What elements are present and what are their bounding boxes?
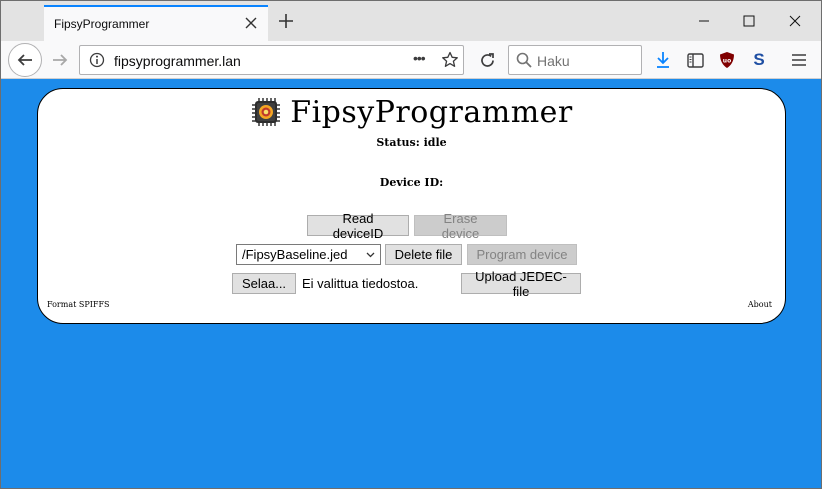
back-arrow-icon[interactable] (8, 43, 42, 77)
sidebar-icon[interactable] (680, 45, 710, 75)
search-bar[interactable] (508, 45, 642, 75)
info-icon[interactable] (89, 52, 105, 73)
page-content: FipsyProgrammer Status: idle Device ID: … (1, 80, 821, 488)
page-title: FipsyProgrammer (290, 94, 573, 130)
search-input[interactable] (537, 51, 637, 71)
page-header: FipsyProgrammer (38, 93, 785, 131)
file-select-value: /FipsyBaseline.jed (242, 247, 348, 262)
nav-toolbar: fipsyprogrammer.lan ••• uo S (1, 41, 821, 79)
upload-jedec-button[interactable]: Upload JEDEC-file (461, 269, 581, 299)
page-actions-icon[interactable]: ••• (413, 50, 426, 66)
reload-icon[interactable] (472, 45, 502, 75)
chevron-down-icon (366, 252, 375, 258)
browse-button[interactable]: Selaa... (232, 273, 296, 294)
svg-text:uo: uo (723, 58, 731, 65)
browser-window: FipsyProgrammer fipsyprogrammer.lan ••• … (0, 0, 822, 489)
star-icon[interactable] (441, 51, 459, 74)
url-bar[interactable]: fipsyprogrammer.lan ••• (79, 45, 464, 75)
device-id-text: Device ID: (379, 176, 444, 189)
s-extension-icon[interactable]: S (744, 45, 774, 75)
menu-icon[interactable] (784, 45, 814, 75)
tab-bar: FipsyProgrammer (1, 1, 821, 41)
delete-file-button[interactable]: Delete file (385, 244, 462, 265)
chip-logo-icon (252, 98, 281, 126)
read-device-id-button[interactable]: Read deviceID (307, 211, 409, 241)
window-close-icon[interactable] (772, 7, 818, 35)
url-text: fipsyprogrammer.lan (114, 53, 241, 69)
plus-icon[interactable] (273, 8, 299, 34)
format-spiffs-link[interactable]: Format SPIFFS (47, 300, 109, 309)
ublock-icon[interactable]: uo (712, 45, 742, 75)
tab-fipsyprogrammer[interactable]: FipsyProgrammer (44, 5, 268, 41)
erase-device-button[interactable]: Erase device (414, 211, 507, 241)
maximize-icon[interactable] (726, 7, 772, 35)
close-icon[interactable] (242, 14, 260, 32)
minimize-icon[interactable] (681, 7, 727, 35)
search-icon (516, 52, 532, 73)
forward-arrow-icon[interactable] (45, 45, 75, 75)
about-link[interactable]: About (748, 300, 772, 309)
program-device-button[interactable]: Program device (467, 244, 577, 265)
programmer-card: FipsyProgrammer Status: idle Device ID: … (37, 88, 786, 324)
file-select[interactable]: /FipsyBaseline.jed (236, 244, 381, 265)
download-icon[interactable] (648, 45, 678, 75)
no-file-selected-text: Ei valittua tiedostoa. (302, 276, 419, 291)
tab-title: FipsyProgrammer (54, 17, 150, 31)
status-text: Status: idle (376, 136, 447, 149)
